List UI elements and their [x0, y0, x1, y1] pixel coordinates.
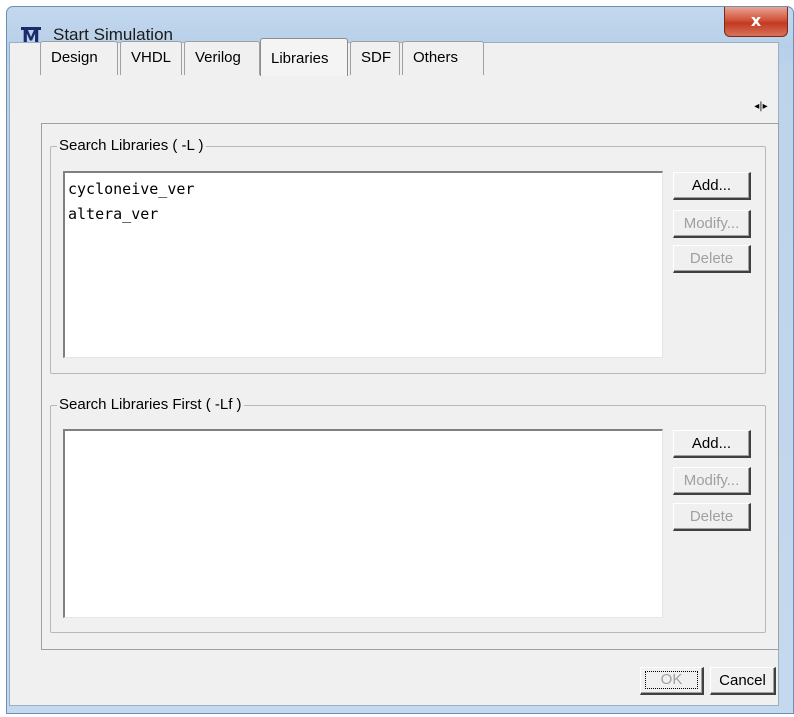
search-libraries-first-add-button[interactable]: Add...: [673, 430, 751, 458]
tab-others[interactable]: Others: [402, 41, 484, 75]
ok-button[interactable]: OK: [640, 667, 704, 695]
search-libraries-delete-button[interactable]: Delete: [673, 245, 751, 273]
tab-libraries[interactable]: Libraries: [260, 38, 348, 76]
search-libraries-label: Search Libraries ( -L ): [57, 136, 206, 156]
search-libraries-first-modify-button[interactable]: Modify...: [673, 467, 751, 495]
ok-label: OK: [645, 671, 698, 689]
search-libraries-list[interactable]: cycloneive_ver altera_ver: [63, 171, 663, 358]
tab-label: Libraries: [271, 50, 329, 67]
tab-scroll-arrows-icon[interactable]: ◂|▸: [752, 98, 770, 116]
tab-sdf[interactable]: SDF: [350, 41, 400, 75]
search-libraries-first-delete-button[interactable]: Delete: [673, 503, 751, 531]
tab-label: Verilog: [195, 49, 241, 66]
search-libraries-first-label: Search Libraries First ( -Lf ): [57, 395, 244, 415]
search-libraries-modify-button[interactable]: Modify...: [673, 210, 751, 238]
close-icon: x: [750, 11, 762, 30]
tab-label: VHDL: [131, 49, 172, 66]
tab-label: SDF: [361, 49, 391, 66]
tab-design[interactable]: Design: [40, 41, 118, 75]
close-button[interactable]: x: [724, 7, 788, 37]
list-item[interactable]: cycloneive_ver: [68, 177, 659, 202]
search-libraries-first-list[interactable]: [63, 429, 663, 618]
tab-label: Design: [51, 49, 98, 66]
cancel-button[interactable]: Cancel: [710, 667, 776, 695]
tab-label: Others: [413, 49, 459, 66]
tab-vhdl[interactable]: VHDL: [120, 41, 182, 75]
list-item[interactable]: altera_ver: [68, 202, 659, 227]
search-libraries-add-button[interactable]: Add...: [673, 172, 751, 200]
tab-verilog[interactable]: Verilog: [184, 41, 260, 75]
